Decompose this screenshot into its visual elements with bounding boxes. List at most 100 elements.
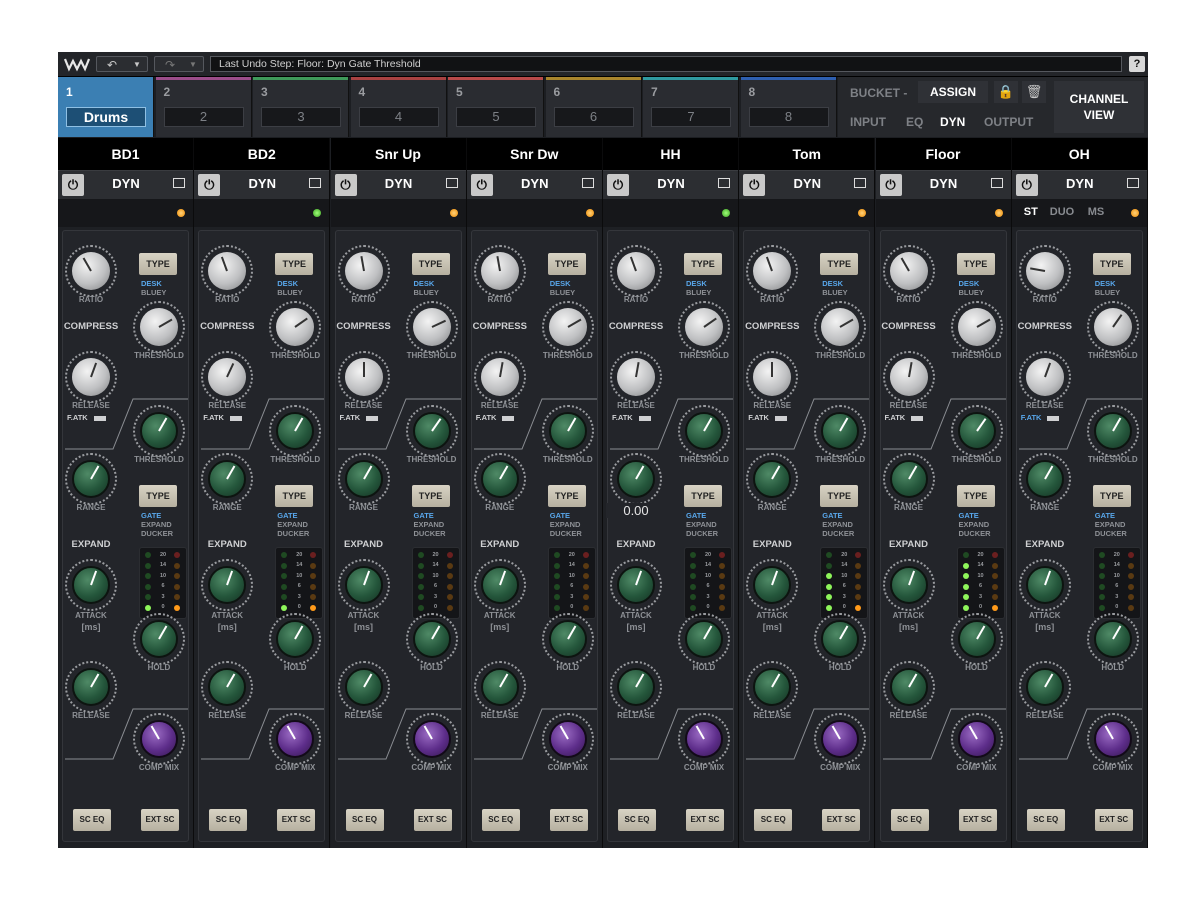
group-name-field[interactable]: 4 xyxy=(358,107,439,127)
type-gate-option[interactable]: GATE xyxy=(686,511,730,520)
channel-name[interactable]: Snr Up xyxy=(330,138,466,170)
comp-mix-knob[interactable] xyxy=(548,720,587,758)
range-knob[interactable] xyxy=(617,460,655,498)
hold-knob[interactable] xyxy=(412,620,451,658)
comp-mix-knob[interactable] xyxy=(1093,720,1132,758)
ratio-knob[interactable] xyxy=(72,252,110,290)
type-bluey-option[interactable]: BLUEY xyxy=(959,288,1003,297)
type-desk-option[interactable]: DESK xyxy=(959,279,1003,288)
ratio-knob[interactable] xyxy=(344,252,383,290)
type-bluey-option[interactable]: BLUEY xyxy=(1095,288,1139,297)
gate-threshold-knob[interactable] xyxy=(276,412,315,450)
attack-knob[interactable] xyxy=(208,566,247,604)
fast-attack-toggle[interactable]: F.ATK xyxy=(885,413,924,422)
type-desk-option[interactable]: DESK xyxy=(550,279,594,288)
gate-type-button[interactable]: TYPE xyxy=(820,485,859,507)
gate-release-knob[interactable] xyxy=(72,668,110,706)
type-bluey-option[interactable]: BLUEY xyxy=(141,288,185,297)
fast-attack-toggle[interactable]: F.ATK xyxy=(748,413,787,422)
ext-sc-button[interactable]: EXT SC xyxy=(413,809,452,831)
comp-mix-knob[interactable] xyxy=(957,720,996,758)
gate-type-button[interactable]: TYPE xyxy=(956,485,995,507)
channel-view-button[interactable]: CHANNEL VIEW xyxy=(1054,81,1144,133)
ext-sc-button[interactable]: EXT SC xyxy=(958,809,997,831)
comp-threshold-knob[interactable] xyxy=(1093,308,1132,346)
type-desk-option[interactable]: DESK xyxy=(414,279,458,288)
ext-sc-button[interactable]: EXT SC xyxy=(141,809,179,831)
hold-knob[interactable] xyxy=(957,620,996,658)
group-name-field[interactable]: 8 xyxy=(748,107,829,127)
type-ducker-option[interactable]: DUCKER xyxy=(550,529,594,538)
ext-sc-button[interactable]: EXT SC xyxy=(549,809,588,831)
group-name-field[interactable]: 6 xyxy=(553,107,634,127)
comp-release-knob[interactable] xyxy=(889,358,928,396)
hold-knob[interactable] xyxy=(140,620,178,658)
hold-knob[interactable] xyxy=(276,620,315,658)
open-window-icon[interactable] xyxy=(445,178,458,188)
comp-threshold-knob[interactable] xyxy=(140,308,178,346)
type-expand-option[interactable]: EXPAND xyxy=(141,520,185,529)
range-knob[interactable] xyxy=(72,460,110,498)
type-desk-option[interactable]: DESK xyxy=(686,279,730,288)
compressor-type-button[interactable]: TYPE xyxy=(139,253,177,275)
comp-release-knob[interactable] xyxy=(480,358,519,396)
attack-knob[interactable] xyxy=(889,566,928,604)
compressor-type-button[interactable]: TYPE xyxy=(684,253,722,275)
gate-threshold-knob[interactable] xyxy=(140,412,178,450)
gate-release-knob[interactable] xyxy=(344,668,383,706)
gate-type-button[interactable]: TYPE xyxy=(684,485,722,507)
ext-sc-button[interactable]: EXT SC xyxy=(822,809,861,831)
mode-ms-button[interactable]: MS xyxy=(1088,206,1105,218)
comp-mix-knob[interactable] xyxy=(140,720,178,758)
power-button[interactable]: ⏻ xyxy=(1015,174,1038,196)
group-name-field[interactable]: 5 xyxy=(456,107,536,127)
compressor-type-button[interactable]: TYPE xyxy=(411,253,450,275)
type-desk-option[interactable]: DESK xyxy=(277,279,321,288)
compressor-type-button[interactable]: TYPE xyxy=(1092,253,1131,275)
open-window-icon[interactable] xyxy=(309,178,322,188)
tab-input[interactable]: INPUT xyxy=(850,115,886,129)
assign-button[interactable]: ASSIGN xyxy=(918,81,988,103)
comp-release-knob[interactable] xyxy=(1025,358,1064,396)
ratio-knob[interactable] xyxy=(753,252,792,290)
hold-knob[interactable] xyxy=(548,620,587,658)
power-button[interactable]: ⏻ xyxy=(879,174,902,196)
power-button[interactable]: ⏻ xyxy=(470,174,493,196)
attack-knob[interactable] xyxy=(617,566,655,604)
gate-type-button[interactable]: TYPE xyxy=(1092,485,1131,507)
sc-eq-button[interactable]: SC EQ xyxy=(1026,809,1065,831)
type-ducker-option[interactable]: DUCKER xyxy=(959,529,1003,538)
type-expand-option[interactable]: EXPAND xyxy=(414,520,458,529)
tab-output[interactable]: OUTPUT xyxy=(984,115,1033,129)
compressor-type-button[interactable]: TYPE xyxy=(956,253,995,275)
ratio-knob[interactable] xyxy=(889,252,928,290)
type-gate-option[interactable]: GATE xyxy=(1095,511,1139,520)
range-knob[interactable] xyxy=(1025,460,1064,498)
tab-dyn[interactable]: DYN xyxy=(940,115,965,129)
channel-name[interactable]: Snr Dw xyxy=(466,138,602,170)
comp-release-knob[interactable] xyxy=(753,358,792,396)
gate-threshold-knob[interactable] xyxy=(957,412,996,450)
channel-name[interactable]: HH xyxy=(603,138,738,170)
type-gate-option[interactable]: GATE xyxy=(959,511,1003,520)
type-expand-option[interactable]: EXPAND xyxy=(686,520,730,529)
gate-type-button[interactable]: TYPE xyxy=(547,485,586,507)
ratio-knob[interactable] xyxy=(617,252,655,290)
mode-st-button[interactable]: ST xyxy=(1024,206,1038,218)
tab-eq[interactable]: EQ xyxy=(906,115,923,129)
gate-type-button[interactable]: TYPE xyxy=(139,485,177,507)
attack-knob[interactable] xyxy=(72,566,110,604)
power-button[interactable]: ⏻ xyxy=(198,174,221,196)
type-gate-option[interactable]: GATE xyxy=(822,511,866,520)
ratio-knob[interactable] xyxy=(480,252,519,290)
type-expand-option[interactable]: EXPAND xyxy=(822,520,866,529)
attack-knob[interactable] xyxy=(1025,566,1064,604)
comp-threshold-knob[interactable] xyxy=(276,308,315,346)
type-ducker-option[interactable]: DUCKER xyxy=(822,529,866,538)
group-name-field[interactable]: 2 xyxy=(163,107,244,127)
channel-name[interactable]: Floor xyxy=(875,138,1011,170)
comp-release-knob[interactable] xyxy=(72,358,110,396)
sc-eq-button[interactable]: SC EQ xyxy=(618,809,656,831)
gate-release-knob[interactable] xyxy=(753,668,792,706)
sc-eq-button[interactable]: SC EQ xyxy=(209,809,248,831)
